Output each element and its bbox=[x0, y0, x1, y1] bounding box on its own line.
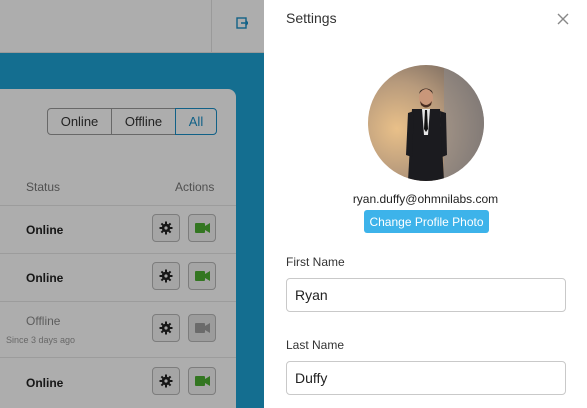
change-profile-photo-button[interactable]: Change Profile Photo bbox=[364, 210, 489, 233]
settings-panel: Settings ryan.duffy@ohmnilabs.com Change… bbox=[264, 0, 587, 408]
profile-photo bbox=[368, 65, 484, 181]
first-name-field[interactable] bbox=[286, 278, 566, 312]
last-name-field[interactable] bbox=[286, 361, 566, 395]
account-email: ryan.duffy@ohmnilabs.com bbox=[352, 192, 499, 206]
first-name-label: First Name bbox=[286, 255, 345, 269]
close-icon[interactable] bbox=[557, 13, 569, 25]
modal-backdrop[interactable] bbox=[0, 0, 264, 408]
last-name-label: Last Name bbox=[286, 338, 345, 352]
panel-title: Settings bbox=[286, 10, 337, 26]
